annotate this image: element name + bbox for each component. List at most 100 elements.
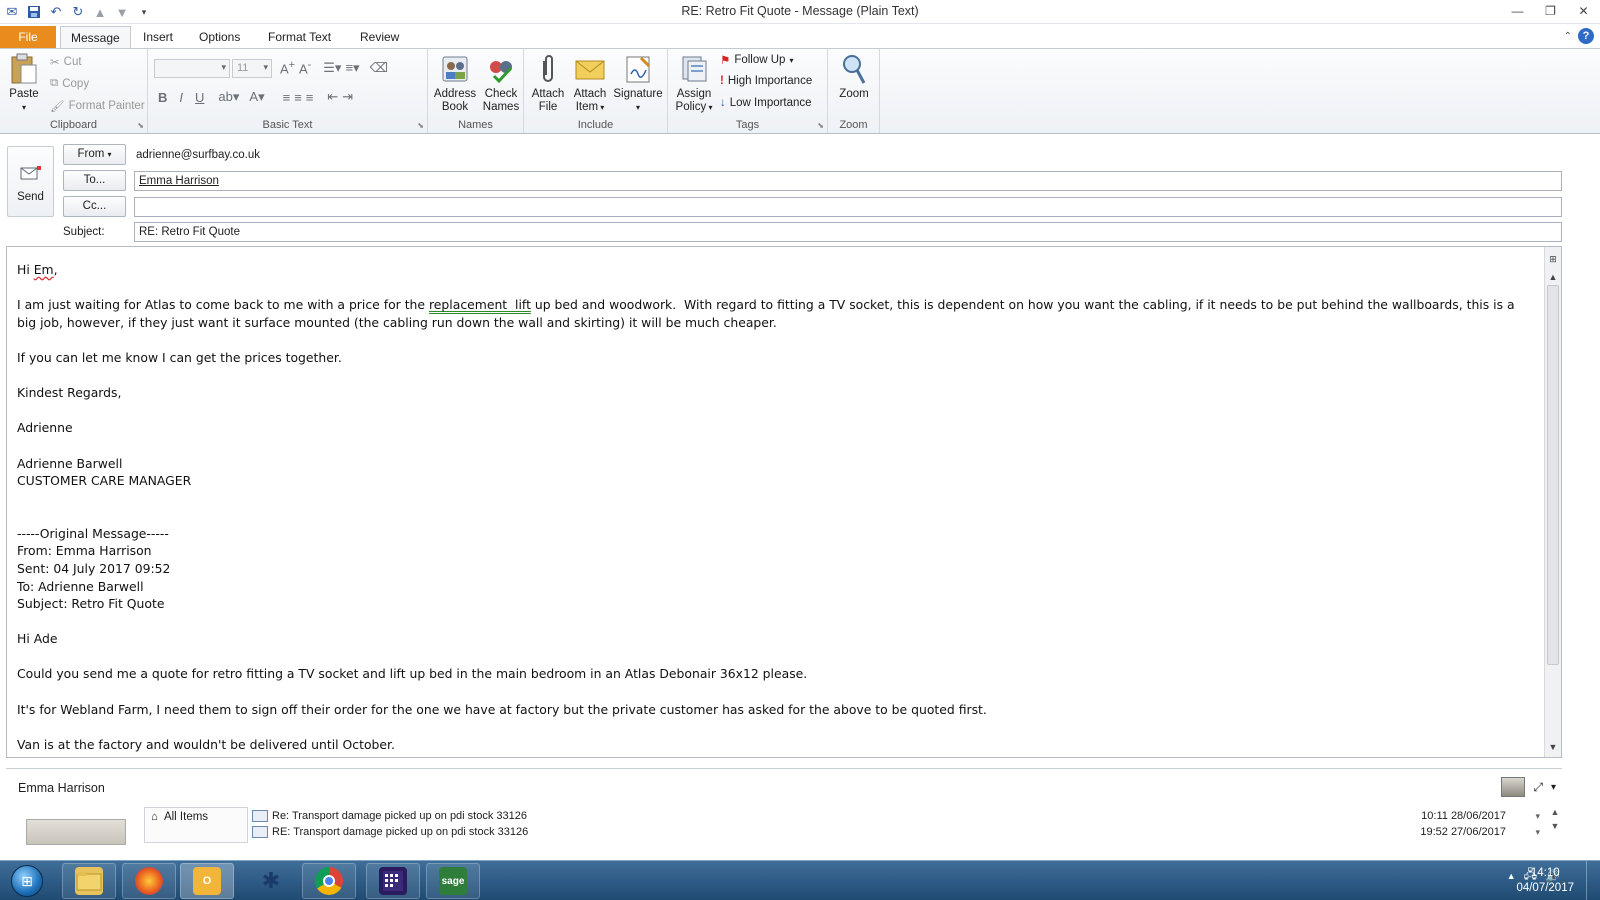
align-left-icon[interactable]: ≡ — [283, 90, 291, 105]
chrome-taskbar-button[interactable] — [302, 863, 356, 899]
scroll-thumb[interactable] — [1547, 285, 1559, 665]
to-button[interactable]: To... — [63, 170, 126, 191]
people-pane: Emma Harrison ⤢ ▾ ⌂ All Items Re: Transpo… — [6, 768, 1562, 845]
numbering-icon[interactable]: ≡▾ — [345, 60, 359, 76]
show-desktop-button[interactable] — [1586, 861, 1600, 900]
attach-item-button[interactable]: Attach Item ▾ — [568, 53, 612, 114]
recipient-emma-harrison[interactable]: Emma Harrison — [139, 175, 219, 187]
body-scrollbar[interactable]: ⊞ ▲ ▼ — [1544, 247, 1561, 757]
close-button[interactable]: ✕ — [1567, 0, 1600, 22]
contact-photo — [26, 819, 126, 845]
cc-field[interactable] — [134, 197, 1562, 217]
send-button[interactable]: Send — [7, 146, 54, 217]
check-names-button[interactable]: Check Names — [478, 53, 524, 114]
cc-button[interactable]: Cc... — [63, 196, 126, 217]
follow-up-button[interactable]: ⚑ Follow Up ▾ — [720, 53, 793, 67]
message-body-text[interactable]: Hi Em, I am just waiting for Atlas to co… — [17, 261, 1537, 757]
paste-button[interactable]: Paste ▾ — [6, 53, 42, 114]
high-importance-button[interactable]: ! High Importance — [720, 75, 812, 87]
format-painter-button[interactable]: 🖌 Format Painter — [50, 99, 145, 113]
subject-field[interactable]: RE: Retro Fit Quote — [134, 222, 1562, 242]
dialog-launcher-icon[interactable]: ⬊ — [417, 121, 424, 130]
tab-insert[interactable]: Insert — [133, 26, 183, 48]
tab-message[interactable]: Message — [60, 26, 131, 48]
network-app-taskbar-button[interactable]: ✱ — [244, 863, 298, 899]
outlook-taskbar-button[interactable]: O — [180, 863, 234, 899]
list-item[interactable]: RE: Transport damage picked up on pdi st… — [252, 825, 1556, 839]
bold-icon[interactable]: B — [158, 90, 167, 105]
body-paragraph-2: If you can let me know I can get the pri… — [17, 349, 342, 365]
dialog-launcher-icon[interactable]: ⬊ — [137, 121, 144, 130]
windows-explorer-taskbar-button[interactable] — [62, 863, 116, 899]
chevron-down-icon[interactable]: ▾ — [1535, 811, 1540, 822]
original-paragraph-1: Could you send me a quote for retro fitt… — [17, 666, 808, 682]
cut-button[interactable]: ✂ Cut — [50, 55, 82, 69]
dialog-launcher-icon[interactable]: ⬊ — [817, 121, 824, 130]
tags-group: Assign Policy ▾ ⚑ Follow Up ▾ ! High Import… — [668, 49, 828, 133]
list-item[interactable]: Re: Transport damage picked up on pdi st… — [252, 807, 1556, 825]
underline-icon[interactable]: U — [195, 90, 204, 105]
minimize-button[interactable]: — — [1501, 0, 1534, 22]
scroll-up-arrow[interactable]: ▲ — [1545, 269, 1561, 285]
from-address: adrienne@surfbay.co.uk — [136, 149, 260, 161]
clipboard-group: Paste ▾ ✂ Cut ⧉ Copy 🖌 Format Painter Clipbo… — [0, 49, 148, 133]
all-items-filter[interactable]: ⌂ All Items — [144, 807, 248, 843]
bullets-icon[interactable]: ☰▾ — [323, 60, 341, 76]
attach-file-button[interactable]: Attach File — [526, 53, 570, 114]
calendar-app-taskbar-button[interactable] — [366, 863, 420, 899]
magnifier-icon — [838, 53, 870, 85]
expand-icon[interactable]: ⤢ — [1533, 780, 1543, 795]
font-color-icon[interactable]: A▾ — [249, 89, 264, 105]
tab-review[interactable]: Review — [350, 26, 409, 48]
tab-format-text[interactable]: Format Text — [258, 26, 341, 48]
copy-button[interactable]: ⧉ Copy — [50, 77, 89, 90]
signature-button[interactable]: Signature ▾ — [612, 53, 664, 114]
tab-file[interactable]: File — [0, 26, 56, 48]
highlight-icon[interactable]: ab▾ — [218, 89, 239, 105]
assign-policy-button[interactable]: Assign Policy ▾ — [672, 53, 716, 114]
clock[interactable]: 14:10 04/07/2017 — [1516, 866, 1574, 896]
restore-button[interactable]: ❐ — [1534, 0, 1567, 22]
people-pane-scrollbar[interactable]: ▲ ▼ — [1548, 805, 1562, 845]
subject-label: Subject: — [63, 226, 105, 238]
clear-formatting-icon[interactable]: ⌫ — [370, 60, 388, 76]
help-icon[interactable]: ? — [1578, 28, 1594, 44]
font-name-combo[interactable]: ▾ — [154, 59, 230, 78]
italic-icon[interactable]: I — [179, 90, 183, 105]
address-book-button[interactable]: Address Book — [432, 53, 478, 114]
signature-title: CUSTOMER CARE MANAGER — [17, 473, 192, 489]
ruler-toggle-icon[interactable]: ⊞ — [1545, 251, 1561, 267]
greeting-name: Em — [33, 262, 54, 277]
email-icon — [252, 826, 268, 838]
basic-text-group: ▾ 11 ▾ A+ A- ☰▾ ≡▾ ⌫ B I U ab▾ A▾ ≡ ≡ ≡ ⇤… — [148, 49, 428, 133]
grammar-flagged-text: replacement lift — [428, 297, 531, 313]
zoom-group-label: Zoom — [839, 119, 868, 131]
grow-font-icon[interactable]: A+ — [280, 59, 295, 76]
original-from: From: Emma Harrison — [17, 543, 152, 559]
start-button[interactable]: ⊞ — [4, 863, 50, 899]
scroll-down-arrow[interactable]: ▼ — [1545, 739, 1561, 755]
increase-indent-icon[interactable]: ⇥ — [342, 89, 353, 105]
show-hidden-icons-icon[interactable]: ▲ — [1507, 871, 1516, 881]
high-importance-icon: ! — [720, 75, 724, 87]
minimize-ribbon-icon[interactable]: ⌃ — [1564, 31, 1572, 42]
decrease-indent-icon[interactable]: ⇤ — [327, 89, 338, 105]
tab-options[interactable]: Options — [189, 26, 250, 48]
align-right-icon[interactable]: ≡ — [306, 90, 314, 105]
font-size-combo[interactable]: 11 ▾ — [232, 59, 272, 78]
people-pane-contact-name: Emma Harrison — [18, 781, 105, 795]
zoom-button[interactable]: Zoom — [832, 53, 876, 101]
avatar[interactable] — [1501, 777, 1526, 797]
chevron-down-icon[interactable]: ▾ — [1535, 827, 1540, 838]
collapse-pane-icon[interactable]: ▾ — [1551, 782, 1556, 793]
from-button[interactable]: From ▾ — [63, 144, 126, 165]
message-body[interactable]: Hi Em, I am just waiting for Atlas to co… — [6, 246, 1562, 758]
firefox-taskbar-button[interactable] — [122, 863, 176, 899]
to-field[interactable]: Emma Harrison — [134, 171, 1562, 191]
low-importance-button[interactable]: ↓ Low Importance — [720, 97, 812, 109]
shrink-font-icon[interactable]: A- — [299, 59, 311, 76]
send-icon — [20, 165, 42, 181]
align-center-icon[interactable]: ≡ — [294, 90, 302, 105]
ribbon-tabs: File Message Insert Options Format Text … — [0, 24, 1600, 48]
sage-taskbar-button[interactable]: sage — [426, 863, 480, 899]
